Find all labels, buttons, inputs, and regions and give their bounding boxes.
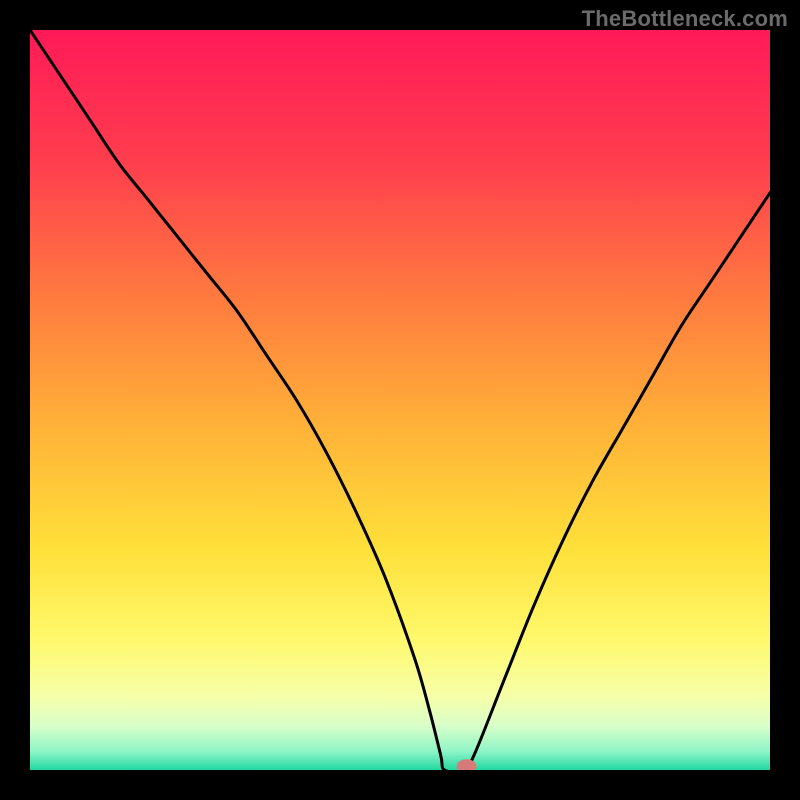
curve-layer xyxy=(30,30,770,770)
bottleneck-curve xyxy=(30,30,770,770)
attribution-label: TheBottleneck.com xyxy=(582,6,788,32)
optimal-marker xyxy=(457,759,477,770)
chart-wrapper: TheBottleneck.com xyxy=(0,0,800,800)
plot-area xyxy=(30,30,770,770)
